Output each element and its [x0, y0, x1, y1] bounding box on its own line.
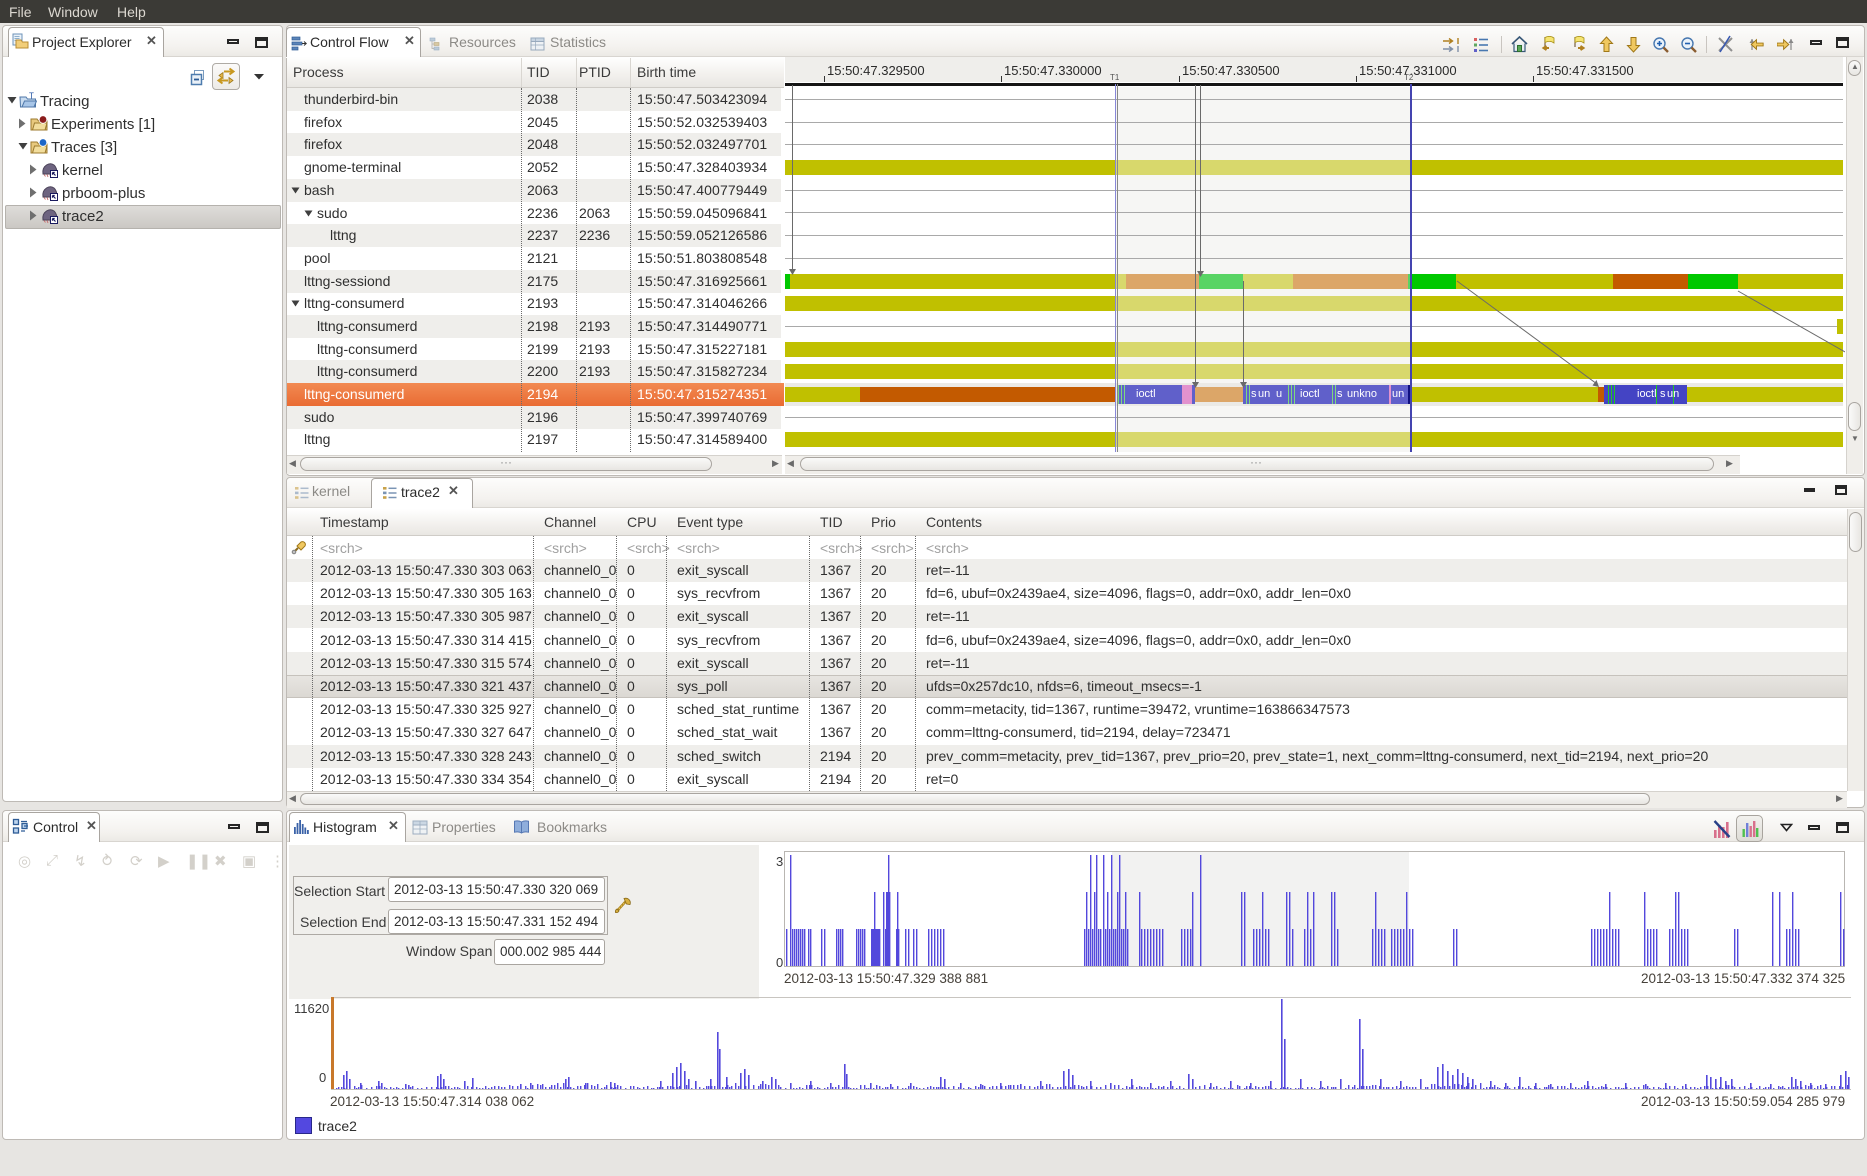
svg-text:T: T	[29, 92, 34, 101]
